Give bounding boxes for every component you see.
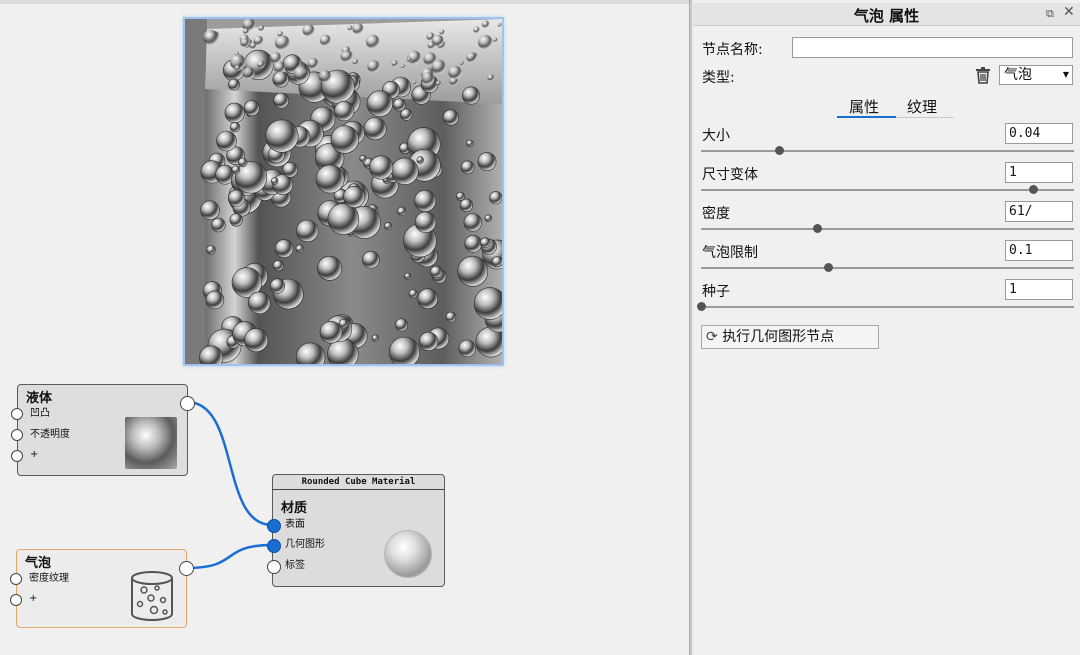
node-bubble-input-density-texture: 密度纹理 (29, 573, 69, 584)
node-liquid-title: 液体 (26, 391, 53, 406)
node-liquid-input-port-add[interactable] (11, 450, 23, 462)
node-material-header: Rounded Cube Material (273, 475, 444, 490)
node-name-label: 节点名称: (702, 42, 763, 58)
type-label: 类型: (702, 70, 735, 86)
node-material-input-port-geometry[interactable] (267, 539, 281, 553)
liquid-sphere-thumbnail (125, 417, 177, 469)
property-panel: 气泡 属性 ⧉ ✕ 节点名称: 类型: 气泡 ▼ 属性 纹理 大小 0.04 尺寸变… (693, 0, 1080, 655)
execute-geometry-node-button[interactable]: ⟳ 执行几何图形节点 (701, 325, 879, 349)
node-editor[interactable]: 液体 凹凸 不透明度 + 气泡 密度纹理 + Rounded Cube Mate… (0, 0, 689, 655)
bubble-cylinder-icon (131, 571, 173, 621)
execute-geometry-node-label: 执行几何图形节点 (722, 329, 835, 345)
param-size-slider-thumb[interactable] (775, 146, 784, 155)
float-window-icon[interactable]: ⧉ (1046, 7, 1054, 21)
node-material-input-geometry: 几何图形 (285, 539, 325, 550)
param-bubble-limit-label: 气泡限制 (702, 245, 758, 261)
param-bubble-limit-slider-thumb[interactable] (824, 263, 833, 272)
node-liquid-input-bump: 凹凸 (30, 408, 50, 419)
param-size-variation-slider-thumb[interactable] (1029, 185, 1038, 194)
param-density-label: 密度 (702, 206, 730, 222)
param-seed-slider-thumb[interactable] (697, 302, 706, 311)
node-bubble-output-port[interactable] (179, 561, 194, 576)
param-size-input[interactable]: 0.04 (1005, 123, 1073, 144)
node-material-input-label: 标签 (285, 560, 305, 571)
refresh-icon: ⟳ (706, 329, 718, 345)
param-size-variation-label: 尺寸变体 (702, 167, 758, 183)
node-liquid-input-port-opacity[interactable] (11, 429, 23, 441)
node-material-input-port-label[interactable] (267, 560, 281, 574)
param-size-label: 大小 (702, 128, 730, 144)
param-size-slider[interactable] (701, 150, 1074, 152)
trash-icon[interactable] (974, 66, 992, 84)
tab-baseline (896, 117, 954, 118)
param-size-variation-slider[interactable] (701, 189, 1074, 191)
wire-liquid-to-surface (186, 400, 273, 527)
param-seed-slider[interactable] (701, 306, 1074, 308)
wire-bubble-to-geometry (186, 543, 273, 570)
node-bubble-input-port-density-texture[interactable] (10, 573, 22, 585)
panel-title: 气泡 属性 (853, 7, 920, 25)
type-select[interactable]: 气泡 ▼ (999, 65, 1073, 85)
type-select-value: 气泡 (1004, 67, 1032, 83)
node-liquid-output-port[interactable] (180, 396, 195, 411)
param-density-slider[interactable] (701, 228, 1074, 230)
node-name-input[interactable] (792, 37, 1073, 58)
param-seed-input[interactable]: 1 (1005, 279, 1073, 300)
node-liquid-input-port-bump[interactable] (11, 408, 23, 420)
dropdown-arrow-icon: ▼ (1062, 70, 1069, 79)
tab-texture[interactable]: 纹理 (907, 96, 937, 117)
node-liquid-input-opacity: 不透明度 (30, 429, 70, 440)
param-density-slider-thumb[interactable] (813, 224, 822, 233)
node-liquid-input-add: + (30, 449, 39, 460)
param-bubble-limit-input[interactable]: 0.1 (1005, 240, 1073, 261)
node-liquid[interactable]: 液体 凹凸 不透明度 + (11, 384, 195, 476)
node-bubble-input-port-add[interactable] (10, 594, 22, 606)
node-bubble[interactable]: 气泡 密度纹理 + (10, 549, 194, 628)
tab-properties[interactable]: 属性 (849, 96, 879, 117)
param-size-variation-input[interactable]: 1 (1005, 162, 1073, 183)
node-material-input-port-surface[interactable] (267, 519, 281, 533)
node-material-input-surface: 表面 (285, 519, 305, 530)
node-bubble-input-add: + (29, 593, 38, 604)
node-bubble-title: 气泡 (25, 556, 52, 571)
active-tab-indicator (837, 116, 896, 118)
close-icon[interactable]: ✕ (1063, 4, 1075, 20)
param-bubble-limit-slider[interactable] (701, 267, 1074, 269)
node-material[interactable]: Rounded Cube Material 材质 表面 几何图形 标签 (267, 474, 445, 587)
param-seed-label: 种子 (702, 284, 730, 300)
param-density-input[interactable]: 61/ (1005, 201, 1073, 222)
material-sphere-thumbnail (384, 530, 432, 578)
node-material-title: 材质 (281, 501, 308, 516)
panel-header: 气泡 属性 ⧉ ✕ (693, 3, 1080, 26)
